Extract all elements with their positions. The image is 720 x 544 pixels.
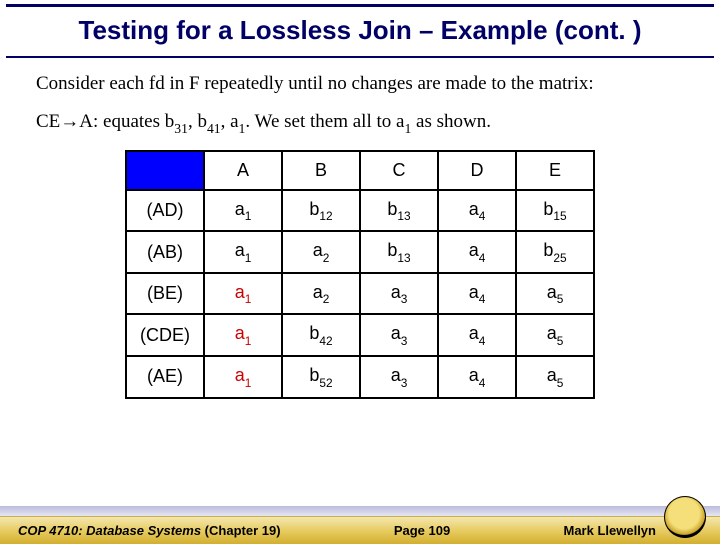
col-E: E xyxy=(516,151,594,190)
footer-course: COP 4710: Database Systems (Chapter 19) xyxy=(18,523,281,538)
cell: b25 xyxy=(516,231,594,273)
matrix-table: A B C D E (AD)a1b12b13a4b15(AB)a1a2b13a4… xyxy=(125,150,595,399)
para2-mid1: , b xyxy=(188,111,207,132)
para2-lhs: CE xyxy=(36,111,60,132)
cell: a2 xyxy=(282,273,360,315)
col-B: B xyxy=(282,151,360,190)
cell: a1 xyxy=(204,273,282,315)
col-A: A xyxy=(204,151,282,190)
ucf-logo-icon xyxy=(664,496,706,538)
table-row: (CDE)a1b42a3a4a5 xyxy=(126,314,594,356)
cell: a4 xyxy=(438,314,516,356)
footer-course-name: COP 4710: Database Systems xyxy=(18,523,201,538)
col-D: D xyxy=(438,151,516,190)
cell: a3 xyxy=(360,273,438,315)
col-C: C xyxy=(360,151,438,190)
footer-chapter: (Chapter 19) xyxy=(201,523,280,538)
para2-target: A: equates b xyxy=(79,111,174,132)
sub-a1b: 1 xyxy=(404,121,411,136)
cell: a4 xyxy=(438,273,516,315)
sub-a1: 1 xyxy=(239,121,246,136)
para2-mid3: . We set them all to a xyxy=(245,111,404,132)
cell: b13 xyxy=(360,190,438,232)
header-corner xyxy=(126,151,204,190)
footer-page: Page 109 xyxy=(394,523,450,538)
row-head: (AB) xyxy=(126,231,204,273)
row-head: (BE) xyxy=(126,273,204,315)
mid-rule xyxy=(6,56,714,58)
table-row: (AE)a1b52a3a4a5 xyxy=(126,356,594,398)
cell: b42 xyxy=(282,314,360,356)
cell: a4 xyxy=(438,231,516,273)
cell: a5 xyxy=(516,356,594,398)
page-title: Testing for a Lossless Join – Example (c… xyxy=(0,7,720,56)
paragraph-1: Consider each fd in F repeatedly until n… xyxy=(0,72,720,104)
cell: a1 xyxy=(204,314,282,356)
row-head: (AD) xyxy=(126,190,204,232)
para2-mid2: , a xyxy=(221,111,239,132)
cell: a1 xyxy=(204,190,282,232)
table-row: (BE)a1a2a3a4a5 xyxy=(126,273,594,315)
cell: a2 xyxy=(282,231,360,273)
cell: a5 xyxy=(516,314,594,356)
paragraph-2: CE→A: equates b31, b41, a1. We set them … xyxy=(0,104,720,150)
cell: b12 xyxy=(282,190,360,232)
table-row: (AB)a1a2b13a4b25 xyxy=(126,231,594,273)
arrow-icon: → xyxy=(60,111,79,132)
sub-b41: 41 xyxy=(207,121,221,136)
cell: a1 xyxy=(204,231,282,273)
cell: a1 xyxy=(204,356,282,398)
row-head: (AE) xyxy=(126,356,204,398)
cell: a3 xyxy=(360,314,438,356)
footer-gradient xyxy=(0,506,720,516)
table-container: A B C D E (AD)a1b12b13a4b15(AB)a1a2b13a4… xyxy=(0,150,720,399)
cell: a4 xyxy=(438,356,516,398)
cell: a3 xyxy=(360,356,438,398)
cell: a5 xyxy=(516,273,594,315)
cell: b15 xyxy=(516,190,594,232)
row-head: (CDE) xyxy=(126,314,204,356)
cell: b13 xyxy=(360,231,438,273)
header-row: A B C D E xyxy=(126,151,594,190)
table-row: (AD)a1b12b13a4b15 xyxy=(126,190,594,232)
footer: COP 4710: Database Systems (Chapter 19) … xyxy=(0,508,720,544)
para2-suffix: as shown. xyxy=(411,111,491,132)
cell: b52 xyxy=(282,356,360,398)
cell: a4 xyxy=(438,190,516,232)
sub-b31: 31 xyxy=(174,121,188,136)
